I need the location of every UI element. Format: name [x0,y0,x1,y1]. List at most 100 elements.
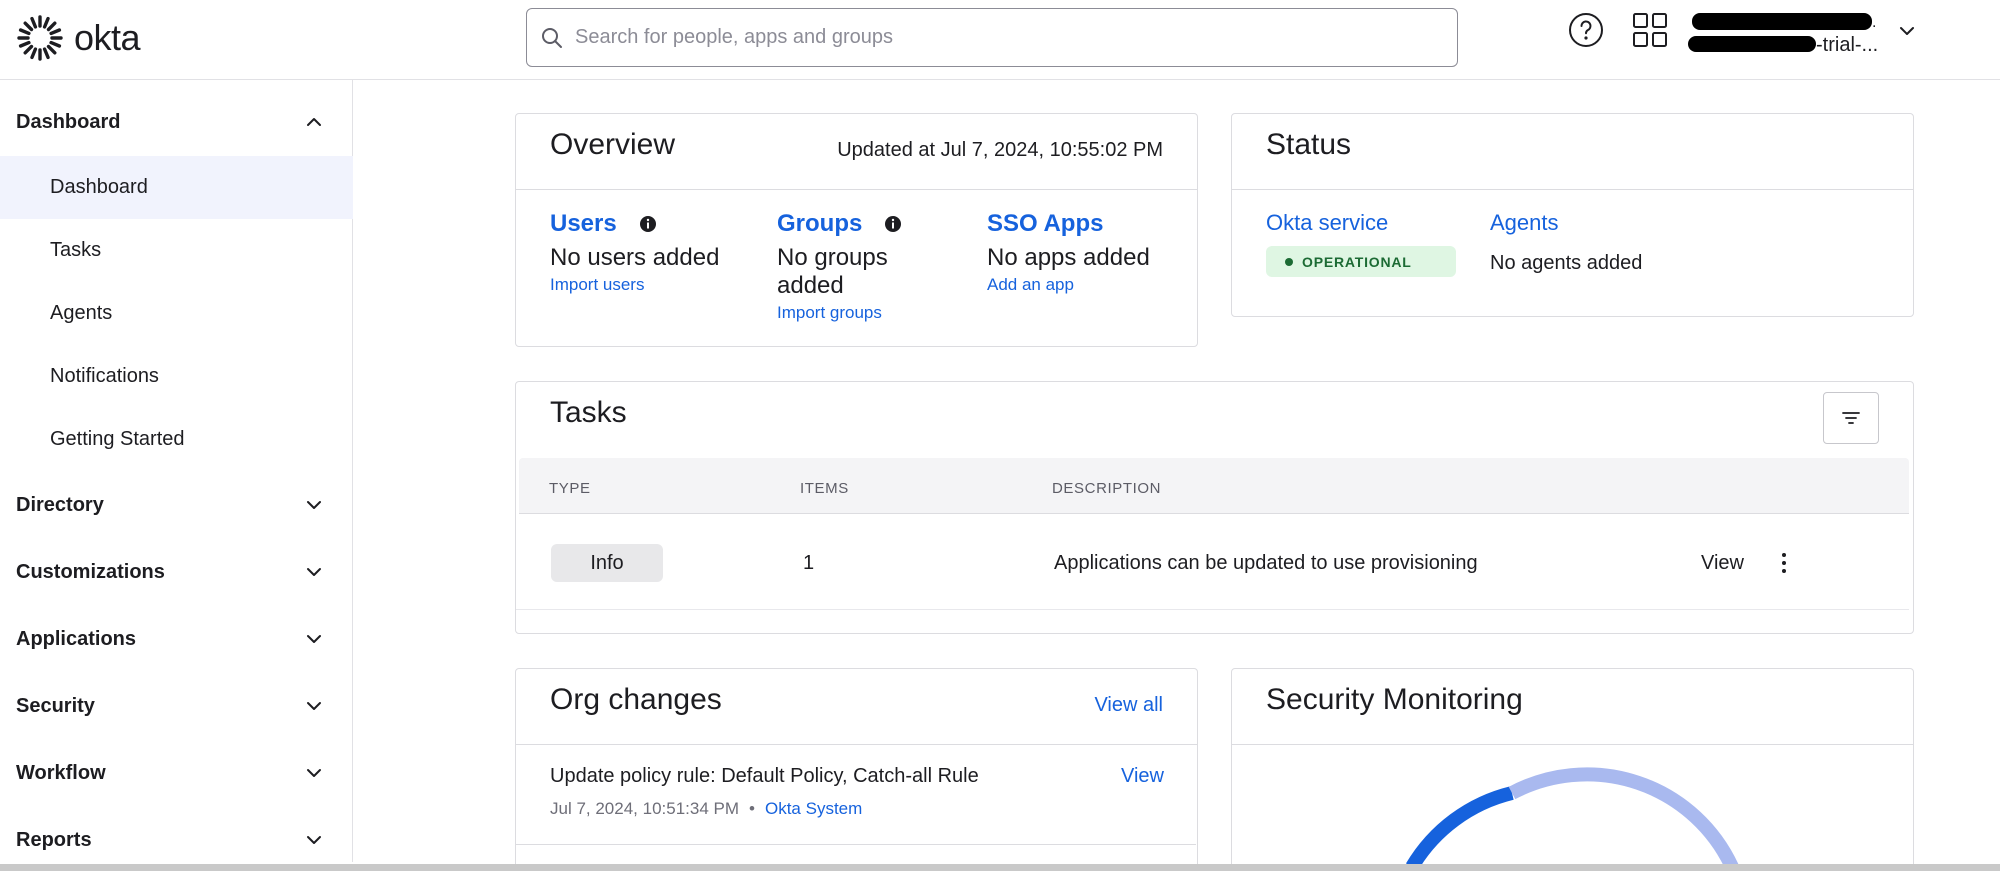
table-row: Info 1 Applications can be updated to us… [516,514,1909,610]
sidebar-section-reports[interactable]: Reports [0,812,353,868]
security-monitoring-header: Security Monitoring [1232,669,1913,745]
redacted-org [1688,36,1816,52]
status-dot-icon [1285,258,1293,266]
agents-status-text: No agents added [1490,252,1643,274]
tasks-table-header: TYPE ITEMS DESCRIPTION [519,458,1909,514]
groups-status-text-line2: added [777,272,844,299]
org-change-actor-link[interactable]: Okta System [765,799,862,819]
filter-icon [1842,412,1860,424]
sidebar-section-label: Applications [16,627,137,650]
chevron-down-icon [307,769,321,777]
chevron-up-icon [307,118,321,126]
sidebar-item-notifications[interactable]: Notifications [0,345,353,408]
import-users-link[interactable]: Import users [550,275,719,295]
chevron-down-icon [307,702,321,710]
groups-link[interactable]: Groups [777,210,862,238]
overview-sso-apps: SSO Apps No apps added Add an app [987,210,1150,295]
status-header: Status [1232,114,1913,190]
org-changes-header: Org changes View all [516,669,1197,745]
chevron-down-icon [307,635,321,643]
org-changes-title: Org changes [550,683,722,716]
tasks-card: Tasks TYPE ITEMS DESCRIPTION Info 1 Appl… [515,381,1914,634]
users-status-text: No users added [550,244,720,271]
sidebar-section-label: Directory [16,493,104,516]
more-vertical-icon[interactable] [1781,552,1787,574]
column-header-items: ITEMS [800,480,849,497]
separator-dot: • [749,799,755,818]
org-change-time: Jul 7, 2024, 10:51:34 PM [550,799,740,818]
sidebar-section-dashboard[interactable]: Dashboard [0,94,353,150]
okta-wordmark: okta [74,17,141,58]
sidebar: Dashboard Dashboard Tasks Agents Notific… [0,80,353,862]
account-menu[interactable]: . -trial-... [1688,10,1888,60]
info-icon[interactable] [884,215,902,233]
overview-title: Overview [550,128,676,161]
status-title: Status [1266,128,1352,161]
import-groups-link[interactable]: Import groups [777,303,902,323]
info-icon[interactable] [639,215,657,233]
chevron-down-icon [307,568,321,576]
account-org-suffix: -trial-... [1816,34,1879,56]
okta-service-link[interactable]: Okta service [1266,210,1456,236]
sidebar-item-tasks[interactable]: Tasks [0,219,353,282]
sidebar-item-dashboard[interactable]: Dashboard [0,156,353,219]
column-header-type: TYPE [549,480,591,497]
chevron-down-icon[interactable] [1898,22,1916,45]
security-monitoring-card: Security Monitoring [1231,668,1914,871]
sidebar-section-label: Security [16,694,95,717]
sidebar-section-applications[interactable]: Applications [0,611,353,667]
sidebar-section-customizations[interactable]: Customizations [0,544,353,600]
sso-apps-link[interactable]: SSO Apps [987,210,1103,238]
sidebar-item-label: Agents [50,302,113,324]
operational-label: OPERATIONAL [1302,253,1412,270]
security-gauge [1405,767,1739,867]
security-monitoring-title: Security Monitoring [1266,683,1523,716]
overview-users: Users No users added Import users [550,210,719,295]
sidebar-item-getting-started[interactable]: Getting Started [0,408,353,471]
okta-service-status: Okta service OPERATIONAL [1266,210,1456,277]
sso-apps-status-text: No apps added [987,244,1150,271]
overview-header: Overview Updated at Jul 7, 2024, 10:55:0… [516,114,1197,190]
top-bar: okta . -trial-... [0,0,2000,80]
sidebar-item-label: Dashboard [50,176,148,198]
users-link[interactable]: Users [550,210,617,238]
task-items-count: 1 [803,552,815,574]
view-all-link[interactable]: View all [1094,694,1163,717]
horizontal-scrollbar[interactable] [0,864,2000,871]
help-icon[interactable] [1568,12,1604,53]
sidebar-section-label: Workflow [16,761,106,784]
redacted-username [1692,13,1872,30]
add-app-link[interactable]: Add an app [987,275,1150,295]
org-change-text: Update policy rule: Default Policy, Catc… [550,765,979,787]
list-item: Update policy rule: Default Policy, Catc… [516,745,1196,845]
okta-sunburst-icon [17,15,63,61]
operational-badge: OPERATIONAL [1266,246,1456,277]
task-description: Applications can be updated to use provi… [1054,552,1478,574]
sidebar-item-label: Notifications [50,365,159,387]
sidebar-item-agents[interactable]: Agents [0,282,353,345]
overview-card: Overview Updated at Jul 7, 2024, 10:55:0… [515,113,1198,347]
overview-groups: Groups No groups added Import groups [777,210,902,323]
sidebar-section-directory[interactable]: Directory [0,477,353,533]
filter-button[interactable] [1823,392,1879,444]
org-change-view-link[interactable]: View [1121,765,1164,788]
sidebar-item-label: Getting Started [50,428,185,450]
sidebar-section-label: Reports [16,828,92,851]
groups-status-text-line1: No groups [777,244,888,271]
org-changes-card: Org changes View all Update policy rule:… [515,668,1198,871]
org-change-meta: Jul 7, 2024, 10:51:34 PM • Okta System [550,799,862,819]
chevron-down-icon [307,836,321,844]
app-grid-icon[interactable] [1632,12,1668,53]
gauge-filled-arc [1405,786,1514,867]
sidebar-section-workflow[interactable]: Workflow [0,745,353,801]
search-input[interactable] [575,26,1435,49]
task-view-link[interactable]: View [1701,552,1744,575]
task-type-badge: Info [551,544,663,582]
chevron-down-icon [307,501,321,509]
status-card: Status Okta service OPERATIONAL Agents N… [1231,113,1914,317]
search-bar[interactable] [526,8,1458,67]
sidebar-section-security[interactable]: Security [0,678,353,734]
okta-logo[interactable]: okta [16,14,141,62]
tasks-title: Tasks [550,396,627,429]
agents-link[interactable]: Agents [1490,210,1642,236]
